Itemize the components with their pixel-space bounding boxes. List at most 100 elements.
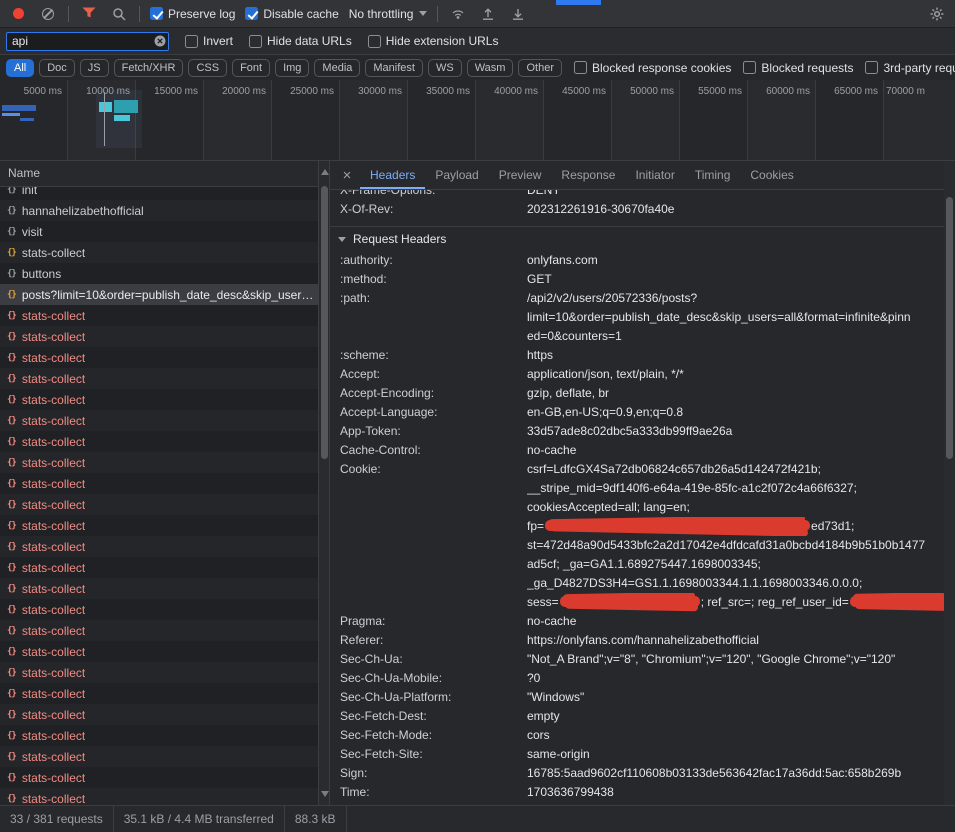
type-filter-all[interactable]: All (6, 59, 34, 77)
close-details-button[interactable]: × (334, 161, 360, 189)
request-row[interactable]: {}stats-collect (0, 494, 318, 515)
request-row[interactable]: {}stats-collect (0, 473, 318, 494)
request-row[interactable]: {}stats-collect (0, 704, 318, 725)
request-row[interactable]: {}stats-collect (0, 410, 318, 431)
blocked-response-cookies-checkbox[interactable]: Blocked response cookies (574, 61, 731, 75)
request-row[interactable]: {}stats-collect (0, 452, 318, 473)
type-filter-fetch-xhr[interactable]: Fetch/XHR (114, 59, 184, 77)
request-row[interactable]: {}hannahelizabethofficial (0, 200, 318, 221)
disable-cache-checkbox-box[interactable] (245, 7, 258, 20)
request-row[interactable]: {}stats-collect (0, 725, 318, 746)
header-value: application/json, text/plain, */* (527, 365, 944, 384)
scroll-up-icon[interactable] (321, 169, 329, 175)
export-har-button[interactable] (508, 4, 528, 24)
request-headers-section[interactable]: Request Headers (330, 226, 944, 251)
requests-count: 33 / 381 requests (0, 806, 114, 832)
type-filter-other[interactable]: Other (518, 59, 562, 77)
request-row[interactable]: {}stats-collect (0, 620, 318, 641)
hide-data-urls-checkbox-box[interactable] (249, 35, 262, 48)
network-conditions-button[interactable] (448, 4, 468, 24)
type-filter-img[interactable]: Img (275, 59, 309, 77)
request-row[interactable]: {}stats-collect (0, 431, 318, 452)
header-value: 1703636799438 (527, 783, 944, 802)
preserve-log-checkbox-box[interactable] (150, 7, 163, 20)
request-row[interactable]: {}stats-collect (0, 641, 318, 662)
search-button[interactable] (109, 4, 129, 24)
scroll-down-icon[interactable] (321, 791, 329, 797)
header-value-line: cookiesAccepted=all; lang=en; (527, 498, 944, 517)
tab-preview[interactable]: Preview (489, 161, 552, 189)
request-row[interactable]: {}stats-collect (0, 788, 318, 805)
request-row[interactable]: {}stats-collect (0, 368, 318, 389)
tab-cookies[interactable]: Cookies (740, 161, 803, 189)
blocked-response-cookies-checkbox-box[interactable] (574, 61, 587, 74)
request-row[interactable]: {}init (0, 187, 318, 200)
name-column-header[interactable]: Name (0, 161, 329, 187)
request-row[interactable]: {}stats-collect (0, 599, 318, 620)
header-value: "Windows" (527, 688, 944, 707)
throttling-select[interactable]: No throttling (349, 7, 428, 21)
type-filter-ws[interactable]: WS (428, 59, 462, 77)
settings-button[interactable] (927, 4, 947, 24)
clear-filter-icon[interactable] (154, 35, 166, 47)
blocked-requests-checkbox[interactable]: Blocked requests (743, 61, 853, 75)
third-party-requests-checkbox[interactable]: 3rd-party requests (865, 61, 955, 75)
request-row[interactable]: {}buttons (0, 263, 318, 284)
type-filter-doc[interactable]: Doc (39, 59, 75, 77)
hide-extension-urls-checkbox[interactable]: Hide extension URLs (368, 34, 499, 48)
hide-data-urls-checkbox[interactable]: Hide data URLs (249, 34, 352, 48)
tab-headers[interactable]: Headers (360, 161, 425, 189)
request-row[interactable]: {}stats-collect (0, 515, 318, 536)
hide-extension-urls-checkbox-box[interactable] (368, 35, 381, 48)
record-button[interactable] (8, 4, 28, 24)
tab-initiator[interactable]: Initiator (625, 161, 684, 189)
request-row[interactable]: {}stats-collect (0, 578, 318, 599)
request-row[interactable]: {}stats-collect (0, 746, 318, 767)
chevron-down-icon (419, 11, 427, 16)
filter-input[interactable] (6, 32, 169, 51)
request-list-scrollbar-thumb[interactable] (321, 186, 328, 459)
request-row[interactable]: {}posts?limit=10&order=publish_date_desc… (0, 284, 318, 305)
tab-timing[interactable]: Timing (685, 161, 741, 189)
request-row[interactable]: {}stats-collect (0, 536, 318, 557)
details-tabs: HeadersPayloadPreviewResponseInitiatorTi… (360, 161, 804, 189)
disable-cache-checkbox[interactable]: Disable cache (245, 7, 338, 21)
header-value-text: fp= (527, 519, 544, 533)
request-row[interactable]: {}stats-collect (0, 305, 318, 326)
type-filter-media[interactable]: Media (314, 59, 360, 77)
request-row[interactable]: {}stats-collect (0, 242, 318, 263)
blocked-requests-checkbox-box[interactable] (743, 61, 756, 74)
request-row[interactable]: {}stats-collect (0, 557, 318, 578)
request-row[interactable]: {}stats-collect (0, 326, 318, 347)
invert-checkbox[interactable]: Invert (185, 34, 233, 48)
tab-response[interactable]: Response (551, 161, 625, 189)
type-filter-css[interactable]: CSS (188, 59, 227, 77)
header-value-line: /api2/v2/users/20572336/posts? (527, 289, 944, 308)
third-party-requests-checkbox-box[interactable] (865, 61, 878, 74)
request-list-scrollbar[interactable] (318, 161, 329, 805)
type-filter-wasm[interactable]: Wasm (467, 59, 514, 77)
request-row[interactable]: {}stats-collect (0, 389, 318, 410)
preserve-log-checkbox[interactable]: Preserve log (150, 7, 235, 21)
clear-button[interactable] (38, 4, 58, 24)
details-scrollbar[interactable] (944, 161, 955, 805)
type-filter-manifest[interactable]: Manifest (365, 59, 423, 77)
request-type-icon: {} (7, 353, 16, 363)
header-value-line: https (527, 346, 944, 365)
tab-payload[interactable]: Payload (425, 161, 488, 189)
filter-input-wrap (6, 32, 169, 51)
type-filter-font[interactable]: Font (232, 59, 270, 77)
response-headers-partial: X-Frame-Options:DENYX-Of-Rev:20231226191… (330, 190, 944, 219)
details-scrollbar-thumb[interactable] (946, 197, 953, 459)
type-filter-js[interactable]: JS (80, 59, 109, 77)
filter-toggle-button[interactable] (79, 4, 99, 24)
request-row[interactable]: {}stats-collect (0, 347, 318, 368)
request-row[interactable]: {}stats-collect (0, 683, 318, 704)
request-row[interactable]: {}stats-collect (0, 767, 318, 788)
request-row[interactable]: {}stats-collect (0, 662, 318, 683)
triangle-down-icon (338, 237, 346, 242)
timeline-overview[interactable]: 5000 ms10000 ms15000 ms20000 ms25000 ms3… (0, 80, 955, 161)
request-row[interactable]: {}visit (0, 221, 318, 242)
invert-checkbox-box[interactable] (185, 35, 198, 48)
import-har-button[interactable] (478, 4, 498, 24)
